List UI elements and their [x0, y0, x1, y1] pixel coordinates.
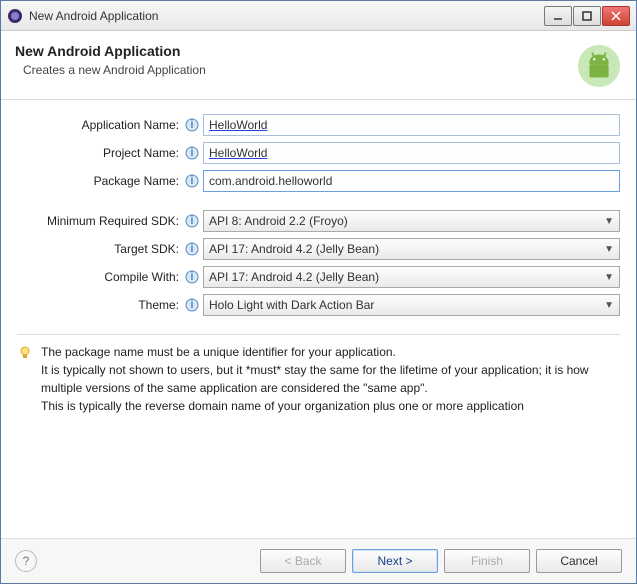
- compile-select[interactable]: API 17: Android 4.2 (Jelly Bean) ▼: [203, 266, 620, 288]
- titlebar: New Android Application: [1, 1, 636, 31]
- info-icon[interactable]: i: [185, 118, 199, 132]
- wizard-body: Application Name: i Project Name: i Pack…: [1, 100, 636, 538]
- label-compile: Compile With:: [17, 270, 181, 284]
- hint-text: The package name must be a unique identi…: [41, 343, 620, 415]
- maximize-button[interactable]: [573, 6, 601, 26]
- project-name-input[interactable]: [203, 142, 620, 164]
- next-button[interactable]: Next >: [352, 549, 438, 573]
- minimize-button[interactable]: [544, 6, 572, 26]
- chevron-down-icon: ▼: [604, 216, 614, 227]
- hint-line: This is typically the reverse domain nam…: [41, 399, 524, 413]
- compile-value: API 17: Android 4.2 (Jelly Bean): [209, 270, 379, 284]
- cancel-button[interactable]: Cancel: [536, 549, 622, 573]
- target-sdk-select[interactable]: API 17: Android 4.2 (Jelly Bean) ▼: [203, 238, 620, 260]
- wizard-footer: ? < Back Next > Finish Cancel: [1, 538, 636, 583]
- chevron-down-icon: ▼: [604, 300, 614, 311]
- svg-text:i: i: [191, 118, 194, 131]
- label-app-name: Application Name:: [17, 118, 181, 132]
- chevron-down-icon: ▼: [604, 272, 614, 283]
- page-title: New Android Application: [15, 43, 576, 59]
- theme-select[interactable]: Holo Light with Dark Action Bar ▼: [203, 294, 620, 316]
- divider: [17, 334, 620, 335]
- form-top: Application Name: i Project Name: i Pack…: [17, 114, 620, 192]
- info-icon[interactable]: i: [185, 174, 199, 188]
- window-title: New Android Application: [29, 9, 544, 23]
- dialog-window: New Android Application New Android Appl…: [0, 0, 637, 584]
- svg-text:i: i: [191, 146, 194, 159]
- finish-button[interactable]: Finish: [444, 549, 530, 573]
- info-icon[interactable]: i: [185, 214, 199, 228]
- info-icon[interactable]: i: [185, 270, 199, 284]
- page-subtitle: Creates a new Android Application: [23, 63, 576, 77]
- close-button[interactable]: [602, 6, 630, 26]
- label-package-name: Package Name:: [17, 174, 181, 188]
- svg-text:i: i: [191, 214, 194, 227]
- window-controls: [544, 6, 630, 26]
- label-project-name: Project Name:: [17, 146, 181, 160]
- hint-line: It is typically not shown to users, but …: [41, 363, 589, 395]
- app-icon: [7, 8, 23, 24]
- help-button[interactable]: ?: [15, 550, 37, 572]
- label-target-sdk: Target SDK:: [17, 242, 181, 256]
- svg-text:i: i: [191, 174, 194, 187]
- svg-text:i: i: [191, 270, 194, 283]
- target-sdk-value: API 17: Android 4.2 (Jelly Bean): [209, 242, 379, 256]
- hint-box: The package name must be a unique identi…: [17, 343, 620, 415]
- lightbulb-icon: [17, 345, 33, 361]
- android-icon: [576, 43, 622, 89]
- back-button[interactable]: < Back: [260, 549, 346, 573]
- wizard-header: New Android Application Creates a new An…: [1, 31, 636, 100]
- label-min-sdk: Minimum Required SDK:: [17, 214, 181, 228]
- label-theme: Theme:: [17, 298, 181, 312]
- package-name-input[interactable]: [203, 170, 620, 192]
- app-name-input[interactable]: [203, 114, 620, 136]
- svg-text:i: i: [191, 298, 194, 311]
- info-icon[interactable]: i: [185, 242, 199, 256]
- form-bottom: Minimum Required SDK: i API 8: Android 2…: [17, 210, 620, 316]
- svg-text:i: i: [191, 242, 194, 255]
- theme-value: Holo Light with Dark Action Bar: [209, 298, 374, 312]
- hint-line: The package name must be a unique identi…: [41, 345, 396, 359]
- chevron-down-icon: ▼: [604, 244, 614, 255]
- min-sdk-value: API 8: Android 2.2 (Froyo): [209, 214, 348, 228]
- info-icon[interactable]: i: [185, 298, 199, 312]
- min-sdk-select[interactable]: API 8: Android 2.2 (Froyo) ▼: [203, 210, 620, 232]
- info-icon[interactable]: i: [185, 146, 199, 160]
